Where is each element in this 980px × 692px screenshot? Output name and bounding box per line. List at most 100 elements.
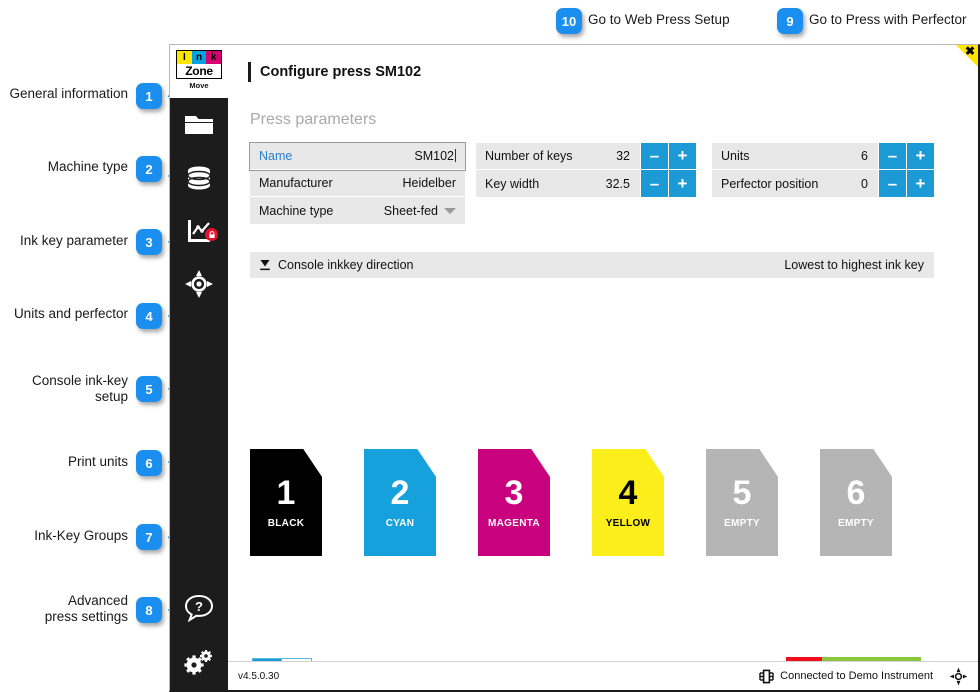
field-row-manufacturer[interactable]: Manufacturer Heidelber [250,170,465,197]
annotation-badge-7[interactable]: 7 [136,524,162,550]
field-row-machine-type[interactable]: Machine type Sheet-fed [250,197,465,224]
print-unit-name: BLACK [267,518,305,529]
decrement-number-of-keys-button[interactable]: – [640,143,668,169]
top-link-label-10[interactable]: Go to Web Press Setup [588,12,730,28]
print-unit-name: EMPTY [724,518,760,529]
print-unit-name: MAGENTA [488,518,540,529]
print-unit-card[interactable]: 1 BLACK [250,449,322,556]
decrement-key-width-button[interactable]: – [640,170,668,197]
general-information-group: Name SM102 Manufacturer Heidelber Machin… [249,142,466,224]
annotation-badge-3[interactable]: 3 [136,229,162,255]
close-icon[interactable]: ✖ [965,45,975,57]
window-titlebar: Configure press SM102 [228,45,978,98]
annotation-badge-2[interactable]: 2 [136,156,162,182]
database-icon [187,166,211,189]
print-unit-number: 2 [390,474,410,512]
locked-badge [205,228,218,241]
stepper-row-number-of-keys: Number of keys 32 – + [476,143,696,170]
down-arrow-glyph [260,259,270,270]
print-unit-card[interactable]: 2 CYAN [364,449,436,556]
content-pane: Press parameters Name SM102 Manufacturer… [228,98,978,688]
sidebar-item-curves[interactable] [170,204,228,257]
logo-letter-i: I [177,51,192,64]
annotation-label-4: Units and perfector [13,306,128,321]
print-unit-number: 1 [276,474,296,512]
decrement-perfector-position-button[interactable]: – [878,170,906,197]
top-link-badge-10[interactable]: 10 [556,8,582,34]
increment-units-button[interactable]: + [906,143,934,169]
annotation-label-2: Machine type [47,159,128,174]
settings-icon [184,650,212,675]
print-units-row: 1 BLACK 2 CYAN 3 MAGENTA 4 YELLOW 5 EMPT… [250,449,892,556]
field-label-manufacturer: Manufacturer [259,176,333,190]
stepper-value-perfector-position: 0 [861,176,868,191]
annotation-badge-4[interactable]: 4 [136,303,162,329]
console-inkkey-direction-bar[interactable]: Console inkkey direction Lowest to highe… [250,252,934,278]
print-unit-number: 6 [846,474,866,512]
annotation-badge-8[interactable]: 8 [136,597,162,623]
field-label-name: Name [259,149,293,163]
sidebar-item-database[interactable] [170,151,228,204]
registration-icon [949,667,968,685]
logo-subtitle: Move [189,81,209,90]
increment-key-width-button[interactable]: + [668,170,696,197]
app-version: v4.5.0.30 [238,670,280,682]
lock-icon [208,230,215,238]
logo-letter-n: n [191,51,207,64]
print-unit-number: 3 [504,474,524,512]
app-logo: I n k Zone Move [170,45,228,98]
chip-icon [759,669,774,683]
print-unit-name: EMPTY [838,518,874,529]
annotation-label-3: Ink key parameter [19,233,128,248]
connection-status-label: Connected to Demo Instrument [780,670,933,682]
print-unit-card[interactable]: 5 EMPTY [706,449,778,556]
stepper-row-key-width: Key width 32.5 – + [476,170,696,197]
print-unit-card[interactable]: 4 YELLOW [592,449,664,556]
registration-icon [185,269,213,298]
ink-key-parameter-group: Number of keys 32 – + Key width 32.5 – + [476,143,696,197]
sidebar-item-jobs[interactable] [170,98,228,151]
svg-text:?: ? [195,599,203,614]
connection-status: Connected to Demo Instrument [758,669,933,684]
field-label-machine-type: Machine type [259,203,334,218]
section-heading-press-parameters: Press parameters [250,111,377,128]
field-row-name[interactable]: Name SM102 [249,142,466,171]
annotation-badge-5[interactable]: 5 [136,376,162,402]
field-value-name[interactable]: SM102 [414,149,465,163]
stepper-label-perfector-position: Perfector position [721,176,819,191]
sidebar-item-help[interactable]: ? [170,581,228,634]
annotation-label-5: Console ink-key setup [31,373,128,404]
print-unit-card[interactable]: 3 MAGENTA [478,449,550,556]
increment-number-of-keys-button[interactable]: + [668,143,696,169]
sidebar-item-settings[interactable] [170,634,228,690]
annotation-label-6: Print units [67,454,128,469]
print-unit-number: 5 [732,474,752,512]
annotation-label-1: General information [9,86,128,101]
top-link-label-9[interactable]: Go to Press with Perfector [809,12,967,28]
increment-perfector-position-button[interactable]: + [906,170,934,197]
stepper-label-number-of-keys: Number of keys [485,149,573,163]
logo-mark: I n k Zone [176,50,222,79]
stepper-label-key-width: Key width [485,176,540,191]
page-title: Configure press SM102 [260,63,422,80]
decrement-units-button[interactable]: – [878,143,906,169]
stepper-row-units: Units 6 – + [712,143,934,170]
field-value-machine-type: Sheet-fed [383,203,438,218]
chevron-down-icon[interactable] [444,207,456,214]
field-value-manufacturer[interactable]: Heidelber [402,176,465,190]
units-perfector-group: Units 6 – + Perfector position 0 – + [712,143,934,197]
stepper-value-number-of-keys: 32 [616,149,630,163]
print-unit-name: YELLOW [605,518,651,529]
status-bar: v4.5.0.30 Connected to Demo Instrument [228,661,978,690]
print-unit-card[interactable]: 6 EMPTY [820,449,892,556]
status-registration-button[interactable] [949,667,968,686]
sidebar-item-register[interactable] [170,257,228,310]
annotation-badge-1[interactable]: 1 [136,83,162,109]
console-inkkey-direction-label: Console inkkey direction [278,258,414,272]
annotation-badge-6[interactable]: 6 [136,450,162,476]
chevron-down-icon[interactable] [259,259,271,272]
console-inkkey-direction-value[interactable]: Lowest to highest ink key [784,258,924,272]
top-link-badge-9[interactable]: 9 [777,8,803,34]
stepper-value-units: 6 [861,149,868,163]
print-unit-name: CYAN [385,518,415,529]
